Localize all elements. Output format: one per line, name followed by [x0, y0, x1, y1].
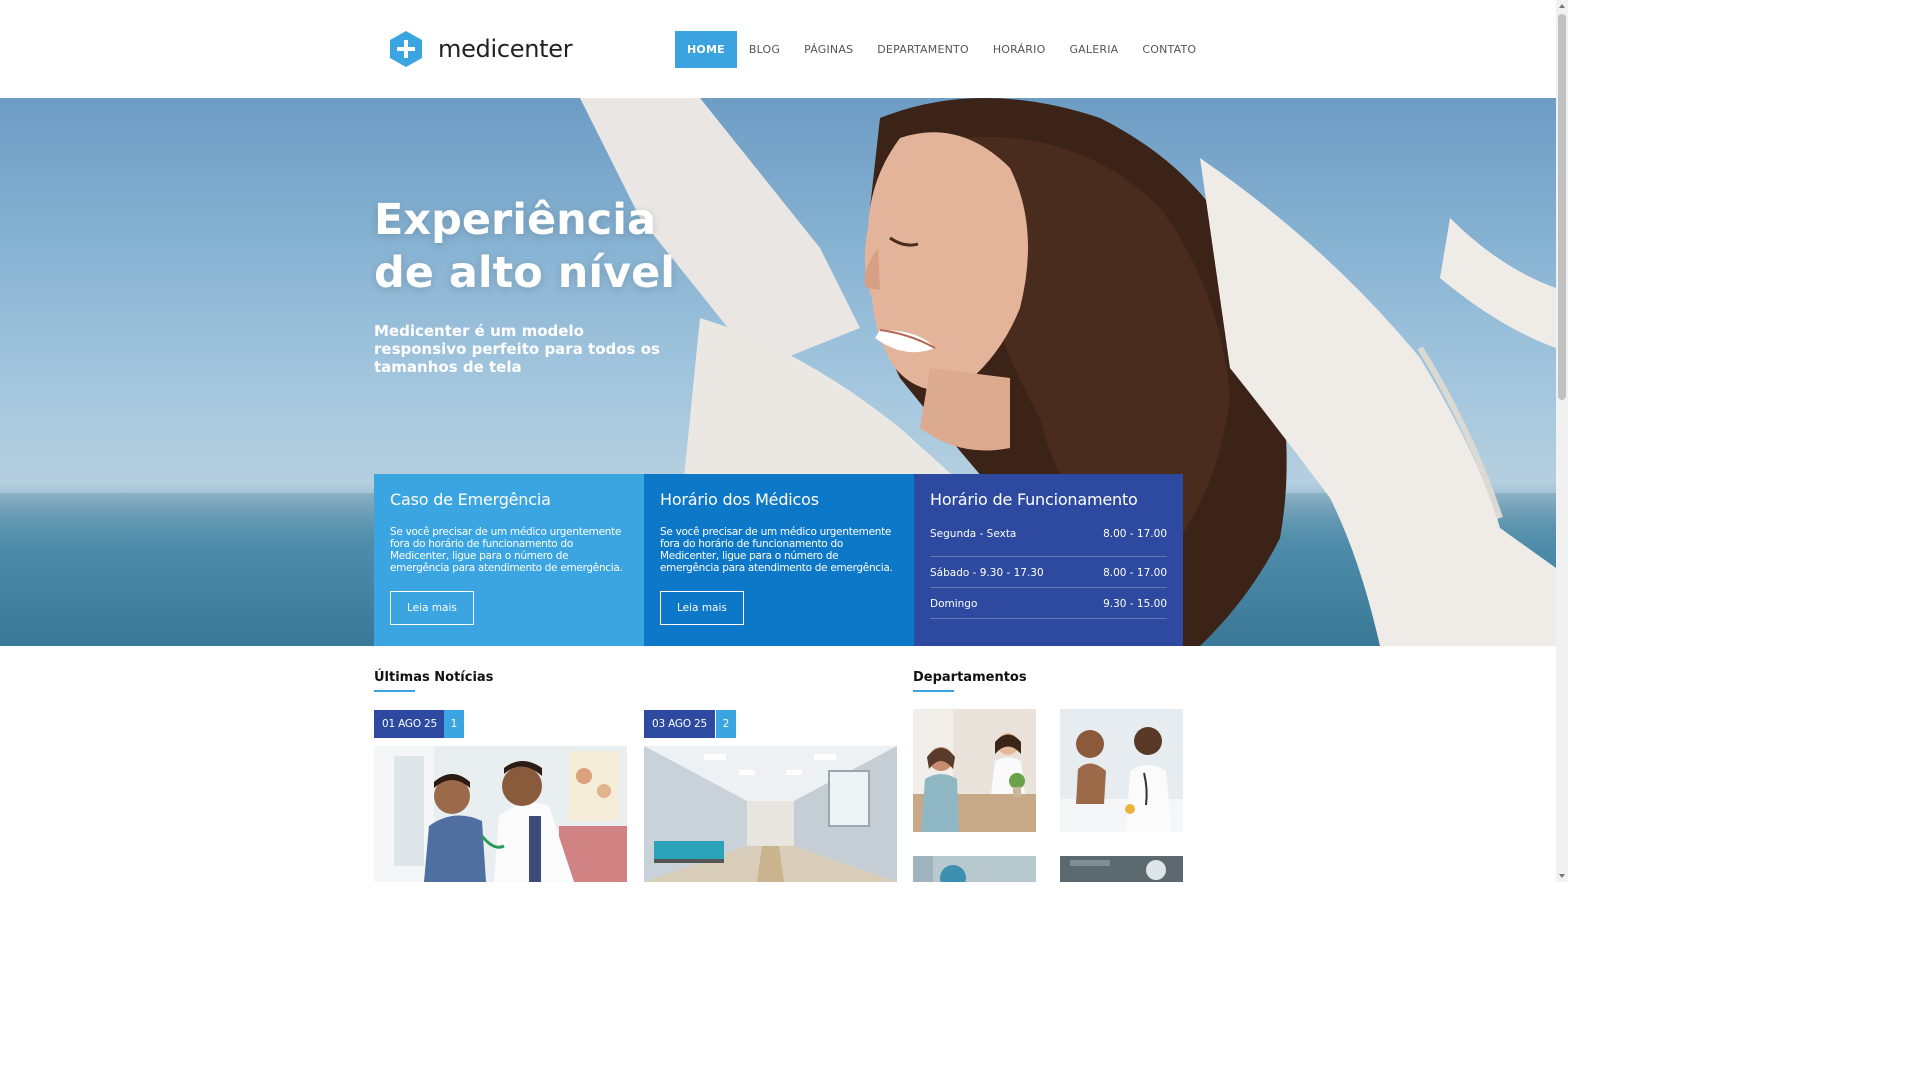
nav-item-blog[interactable]: BLOG [737, 31, 792, 68]
hours-day: Sábado - 9.30 - 17.30 [930, 567, 1044, 579]
news-image-hospital-corridor[interactable] [644, 746, 897, 882]
scroll-down-arrow-icon[interactable] [1559, 874, 1565, 878]
hours-day: Domingo [930, 598, 978, 610]
news-image-doctor-child[interactable] [374, 746, 627, 882]
operating-room-image [1060, 856, 1183, 882]
doctors-read-more-button[interactable]: Leia mais [660, 591, 744, 625]
emergency-title: Caso de Emergência [390, 490, 551, 509]
departments-section-title: Departamentos [913, 670, 1027, 685]
news-section-title: Últimas Notícias [374, 670, 494, 685]
news-date-badge: 01 AGO 25 [374, 710, 445, 738]
hours-row: Sábado - 9.30 - 17.30 8.00 - 17.00 [930, 557, 1167, 588]
info-boxes: Caso de Emergência Se você precisar de u… [374, 474, 1183, 646]
opening-hours-title: Horário de Funcionamento [930, 490, 1138, 509]
hero-subtitle: Medicenter é um modelo responsivo perfei… [374, 322, 660, 376]
nav-item-departamento[interactable]: DEPARTAMENTO [865, 31, 981, 68]
doctors-title: Horário dos Médicos [660, 490, 819, 509]
page-scrollbar[interactable] [1556, 0, 1568, 882]
emergency-box: Caso de Emergência Se você precisar de u… [374, 474, 644, 646]
hero-title-line-1: Experiência [374, 195, 657, 245]
main-nav: HOME BLOG PÁGINAS DEPARTAMENTO HORÁRIO G… [675, 31, 1208, 68]
departments-title-underline [913, 690, 954, 692]
hospital-corridor-image [644, 746, 897, 882]
news-comment-count[interactable]: 1 [444, 710, 464, 738]
news-date-badge: 03 AGO 25 [644, 710, 715, 738]
nav-item-contato[interactable]: CONTATO [1130, 31, 1208, 68]
opening-hours-box: Horário de Funcionamento Segunda - Sexta… [914, 474, 1183, 646]
news-title-underline [374, 690, 415, 692]
doctor-child-image [374, 746, 627, 882]
nav-item-galeria[interactable]: GALERIA [1057, 31, 1130, 68]
department-image-operating-room[interactable] [1060, 856, 1183, 882]
doctors-text: Se você precisar de um médico urgentemen… [660, 526, 893, 574]
hours-row: Segunda - Sexta 8.00 - 17.00 [930, 526, 1167, 557]
site-header: medicenter HOME BLOG PÁGINAS DEPARTAMENT… [0, 0, 1556, 98]
news-comment-count[interactable]: 2 [716, 710, 736, 738]
emergency-read-more-button[interactable]: Leia mais [390, 591, 474, 625]
nav-item-paginas[interactable]: PÁGINAS [792, 31, 865, 68]
hero-title: Experiência de alto nível [374, 194, 794, 300]
scroll-up-arrow-icon[interactable] [1559, 4, 1565, 8]
department-image-surgery[interactable] [913, 856, 1036, 882]
hours-time: 8.00 - 17.00 [1103, 567, 1167, 579]
brand-name: medicenter [438, 35, 573, 63]
hours-row: Domingo 9.30 - 15.00 [930, 588, 1167, 619]
logo[interactable]: medicenter [388, 30, 573, 68]
reception-image [913, 709, 1036, 832]
department-image-reception[interactable] [913, 709, 1036, 832]
surgery-image [913, 856, 1036, 882]
pediatrics-image [1060, 709, 1183, 832]
hours-time: 9.30 - 15.00 [1103, 598, 1167, 610]
hexagon-cross-icon [390, 31, 422, 67]
hours-time: 8.00 - 17.00 [1103, 528, 1167, 540]
doctors-box: Horário dos Médicos Se você precisar de … [644, 474, 914, 646]
scrollbar-thumb[interactable] [1558, 14, 1566, 400]
nav-item-horario[interactable]: HORÁRIO [981, 31, 1058, 68]
department-image-pediatrics[interactable] [1060, 709, 1183, 832]
hours-day: Segunda - Sexta [930, 528, 1017, 540]
emergency-text: Se você precisar de um médico urgentemen… [390, 526, 623, 574]
hero-title-line-2: de alto nível [374, 248, 676, 298]
nav-item-home[interactable]: HOME [675, 31, 737, 68]
